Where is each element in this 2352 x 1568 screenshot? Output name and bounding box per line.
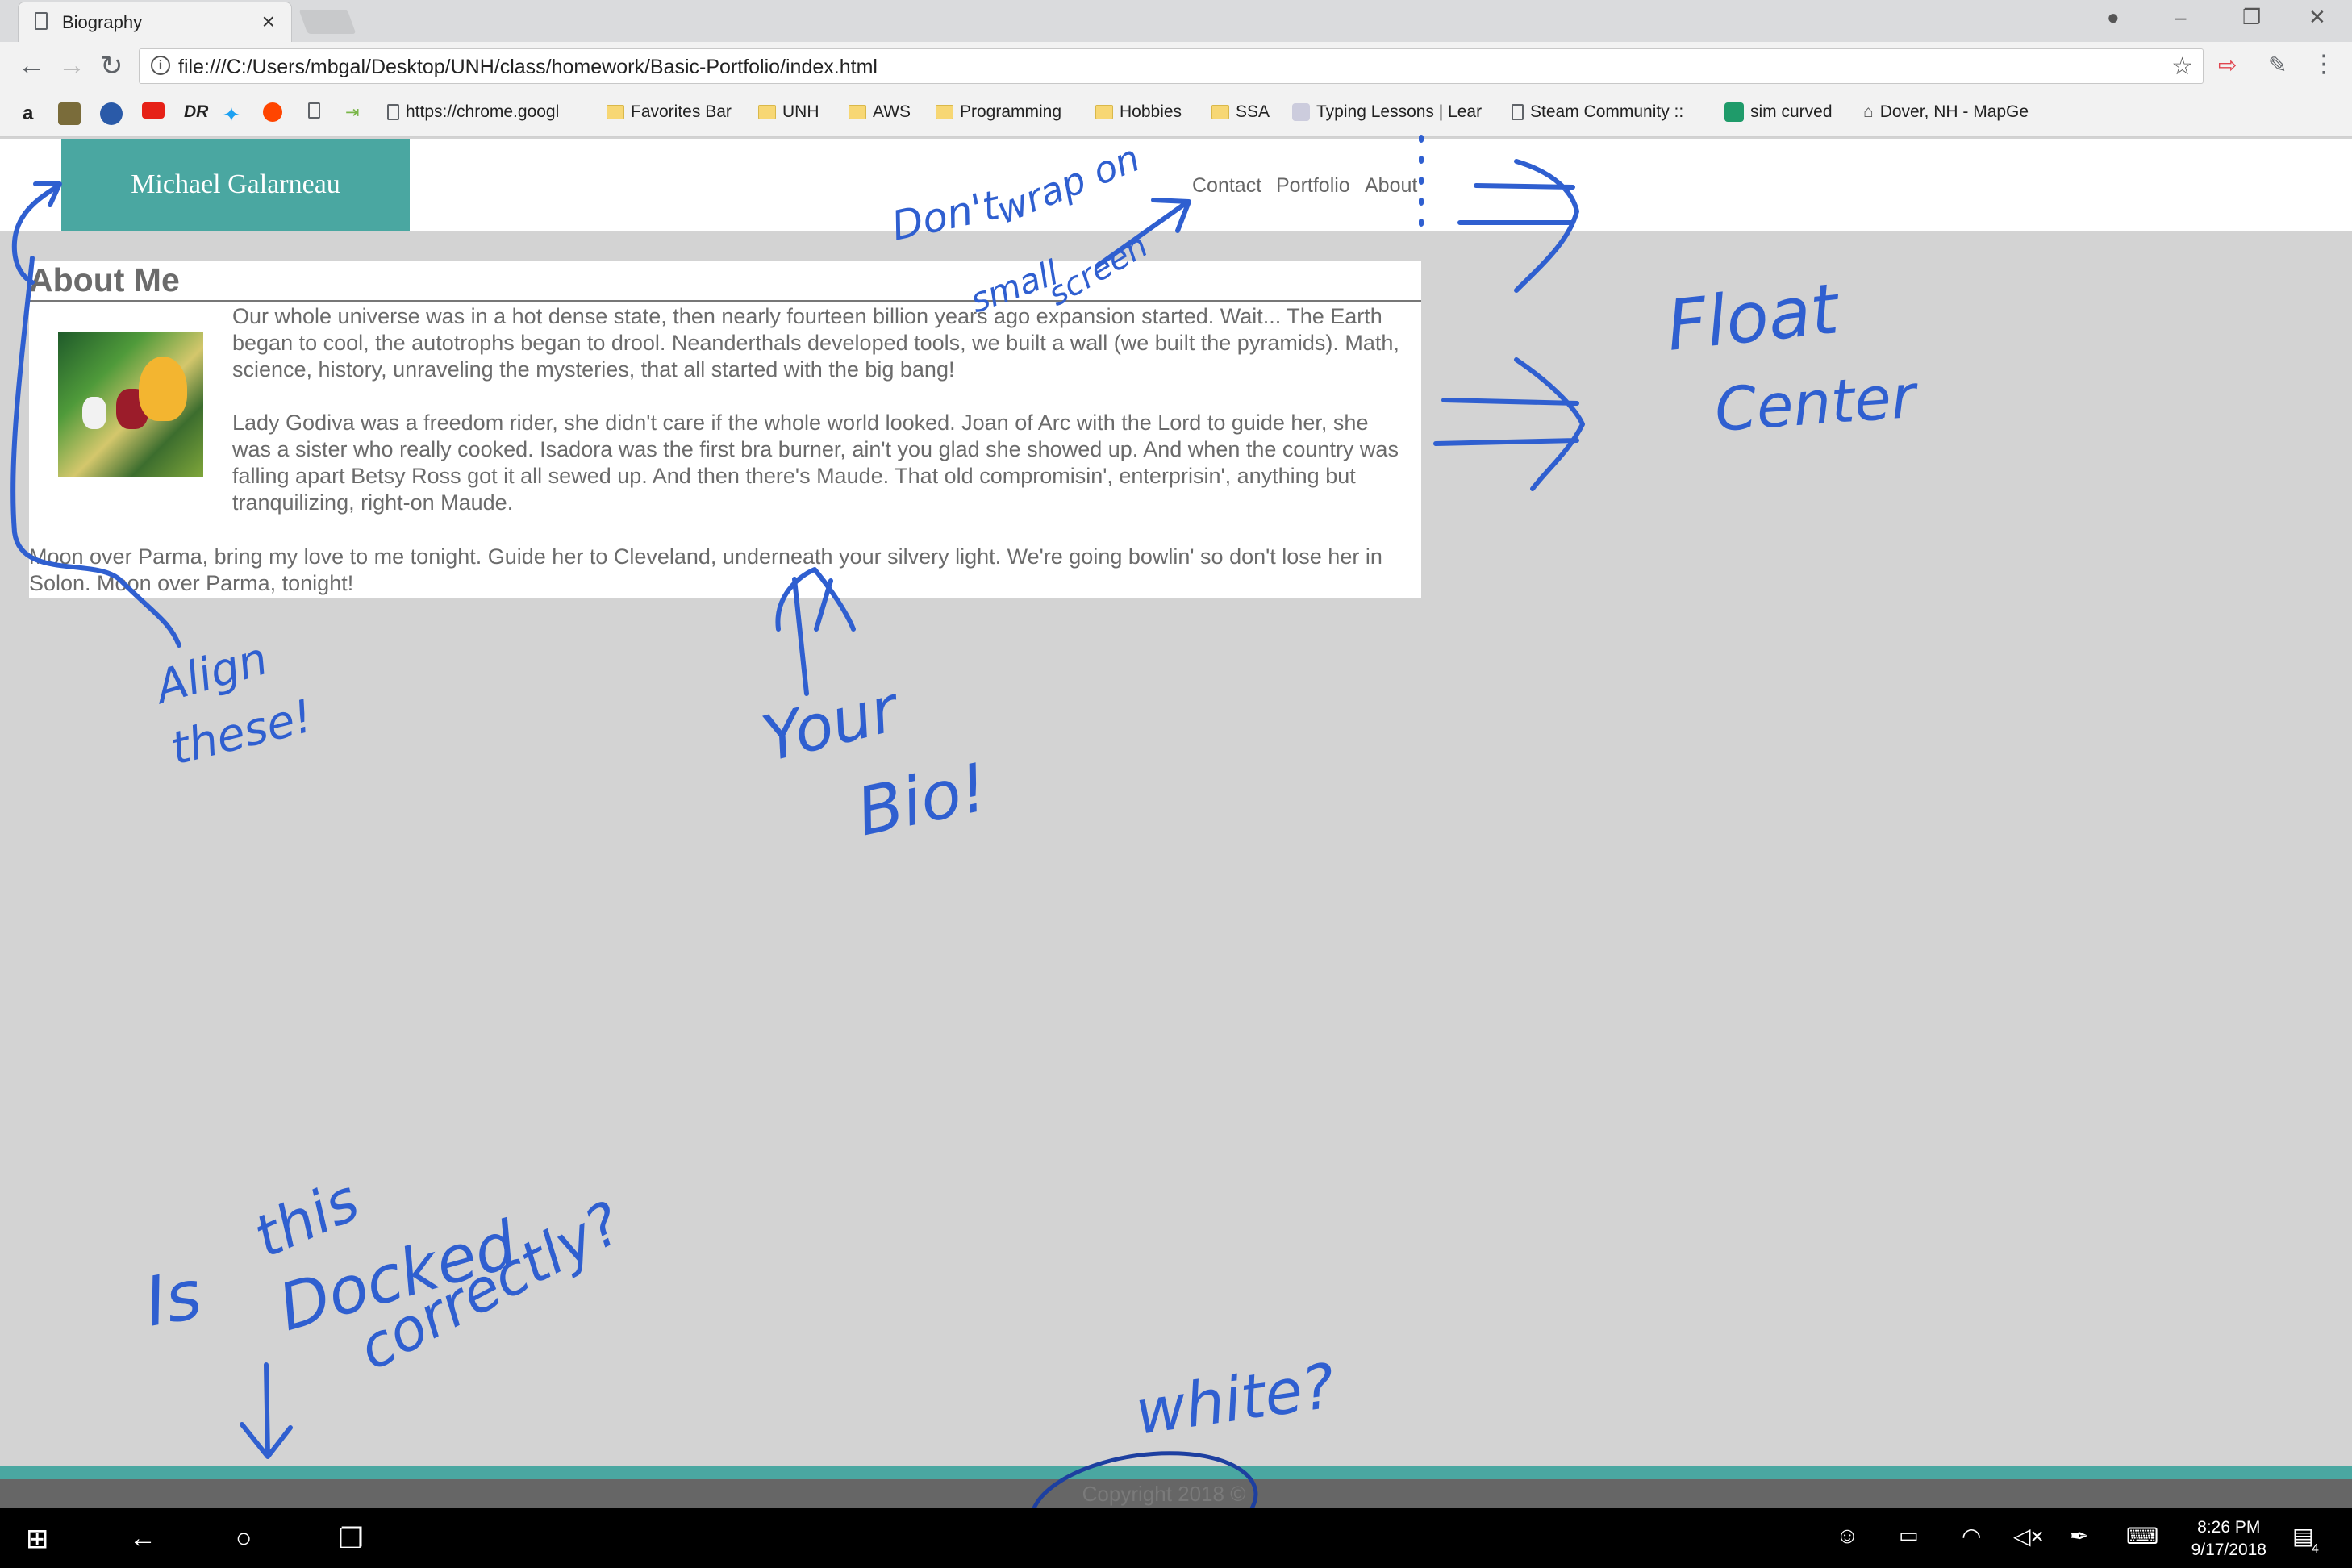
address-bar[interactable]: i file:///C:/Users/mbgal/Desktop/UNH/cla… [139,48,2204,84]
folder-icon [849,105,866,119]
note-correctly: correctly? [348,1189,633,1383]
url-text: file:///C:/Users/mbgal/Desktop/UNH/class… [178,56,878,78]
note-this: this [244,1166,369,1270]
taskbar: ⊞ ← ○ ❐ ☺ ▭ ◠ ◁× ✒ ⌨ 8:26 PM 9/17/2018 ▤… [0,1508,2352,1568]
arrow-icon[interactable]: ⇥ [345,102,360,123]
note-is: Is [139,1254,207,1341]
brand-logo[interactable]: Michael Galarneau [61,139,410,231]
folder-icon [1095,105,1113,119]
extension-icon[interactable]: ⇨ [2218,52,2237,78]
bookmark-hobbies[interactable]: Hobbies [1095,102,1182,122]
windows-start-icon[interactable]: ⊞ [26,1523,49,1555]
nav-contact[interactable]: Contact [1192,174,1261,198]
page-icon[interactable] [308,102,320,119]
extension-2-icon[interactable]: ✎ [2268,52,2287,78]
note-white: white? [1131,1349,1339,1449]
restore-button[interactable]: ❐ [2242,5,2261,30]
bookmark-dover[interactable]: ⌂ Dover, NH - MapGe [1863,102,2029,122]
about-title: About Me [29,261,180,298]
bio-paragraph-1: Our whole universe was in a hot dense st… [232,304,1399,382]
page-icon [1512,104,1524,120]
bookmark-steam[interactable]: Steam Community :: [1512,102,1683,122]
home-icon: ⌂ [1863,102,1874,121]
tab-strip: Biography × ● – ❐ ✕ [0,0,2352,42]
bookmarks-bar: a DR ✦ ⇥ https://chrome.googl Favorites … [0,92,2352,137]
reload-icon[interactable]: ↻ [100,50,123,82]
page-icon [35,12,48,30]
task-view-icon[interactable]: ❐ [339,1523,363,1555]
bookmark-favorites[interactable]: Favorites Bar [607,102,732,122]
clock[interactable]: 8:26 PM 9/17/2018 [2191,1516,2267,1562]
note-docked: Docked [271,1207,526,1346]
notifications-icon[interactable]: ▤ [2292,1523,2313,1549]
bio-paragraph-3: Moon over Parma, bring my love to me ton… [29,544,1382,595]
float-arrow-2 [1433,357,1585,491]
dr-icon[interactable]: DR [184,102,208,122]
note-bio: Bio! [850,749,994,852]
about-section: About Me Our whole universe was in a hot… [29,261,1421,598]
folder-icon [758,105,776,119]
docked-arrow [240,1362,293,1459]
pen-icon[interactable]: ✒ [2070,1523,2088,1549]
folder-icon [607,105,624,119]
menu-icon[interactable]: ⋮ [2312,50,2336,78]
cortana-icon[interactable]: ○ [236,1523,252,1554]
browser-toolbar: ← → ↻ i file:///C:/Users/mbgal/Desktop/U… [0,42,2352,92]
people-icon[interactable]: ☺ [1836,1523,1859,1549]
reddit-icon[interactable] [263,102,282,122]
bookmark-sim-curved[interactable]: sim curved [1724,102,1833,122]
youtube-icon[interactable] [142,102,165,119]
bookmark-aws[interactable]: AWS [849,102,911,122]
folder-icon [1211,105,1229,119]
twitter-icon[interactable]: ✦ [223,102,240,127]
target-icon[interactable] [100,102,123,125]
typing-icon [1292,103,1310,121]
tab-biography[interactable]: Biography × [18,2,292,42]
new-tab-button[interactable] [298,10,357,34]
back-icon[interactable]: ← [18,50,45,81]
keyboard-icon[interactable]: ⌨ [2126,1523,2158,1549]
footer: Copyright 2018 © [0,1479,2352,1508]
page-icon [387,104,399,120]
annotation-layer: Don't wrap on small screen Float Center … [10,135,1921,1562]
battery-icon[interactable]: ▭ [1899,1523,1919,1548]
bookmark-programming[interactable]: Programming [936,102,1061,122]
profile-icon[interactable]: ● [2107,5,2120,30]
forward-icon[interactable]: → [58,50,85,81]
info-icon[interactable]: i [151,56,170,75]
nav-about[interactable]: About [1365,174,1417,198]
close-window-button[interactable]: ✕ [2308,5,2326,30]
folder-icon [936,105,953,119]
bio-paragraph-2: Lady Godiva was a freedom rider, she did… [232,411,1399,515]
copyright-text: Copyright 2018 © [1082,1482,1246,1506]
profile-image [58,332,203,477]
bookmark-icon[interactable] [58,102,81,125]
divider [29,300,1421,302]
site-header: Michael Galarneau Contact Portfolio Abou… [0,139,2352,231]
back-icon[interactable]: ← [129,1523,156,1554]
note-these: these! [166,690,318,775]
bookmark-unh[interactable]: UNH [758,102,819,122]
footer-accent-bar [0,1466,2352,1479]
note-align: Align [148,632,273,715]
wifi-icon[interactable]: ◠ [1962,1523,1981,1549]
nav-portfolio[interactable]: Portfolio [1276,174,1350,198]
clock-date: 9/17/2018 [2191,1541,2267,1559]
bookmark-chrome[interactable]: https://chrome.googl [387,102,559,122]
notification-count: 4 [2312,1542,2319,1556]
close-tab-icon[interactable]: × [262,9,275,35]
note-center: Center [1712,361,1921,444]
bookmark-star-icon[interactable]: ☆ [2171,52,2193,81]
clock-time: 8:26 PM [2197,1518,2261,1537]
amazon-icon[interactable]: a [23,102,33,125]
volume-muted-icon[interactable]: ◁× [2013,1523,2044,1549]
tab-title: Biography [62,12,143,32]
bookmark-ssa[interactable]: SSA [1211,102,1270,122]
bookmark-typing[interactable]: Typing Lessons | Lear [1292,102,1482,122]
note-your: Your [756,672,909,776]
minimize-button[interactable]: – [2175,5,2186,30]
note-float: Float [1663,269,1845,367]
sim-icon [1724,102,1744,122]
